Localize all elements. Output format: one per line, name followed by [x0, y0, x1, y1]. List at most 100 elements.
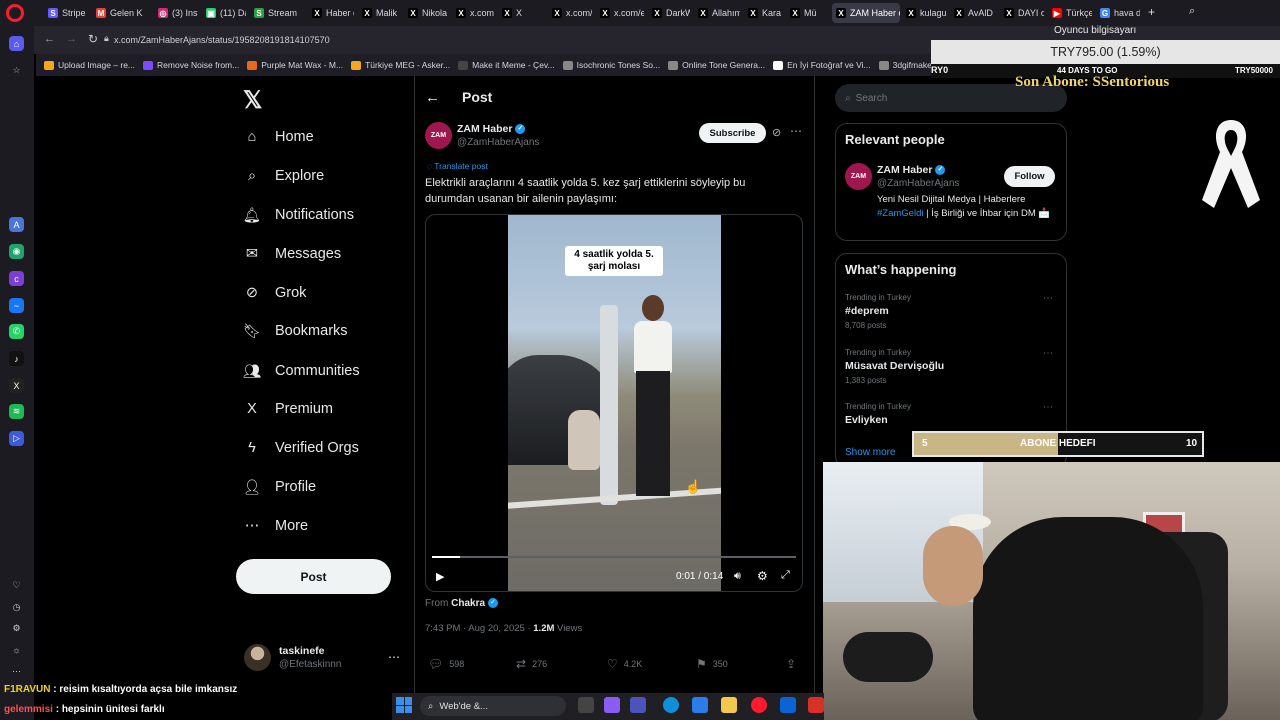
url-field[interactable]: x.com/ZamHaberAjans/status/1958208191814…: [114, 32, 934, 49]
nav-item-premium[interactable]: X Premium: [243, 395, 333, 423]
video-frame[interactable]: 4 saatlik yolda 5. şarj molası: [508, 215, 721, 591]
task-view-icon[interactable]: [578, 697, 594, 713]
author-name[interactable]: ZAM Haber ✓: [457, 123, 526, 135]
nav-item-more[interactable]: ⋯ More: [243, 512, 308, 540]
windows-start-icon[interactable]: [396, 697, 412, 713]
back-arrow-icon[interactable]: ←: [425, 89, 440, 106]
nav-item-communities[interactable]: 👥︎ Communities: [243, 357, 360, 385]
nav-item-notifications[interactable]: 🔔︎ Notifications: [243, 201, 354, 229]
settings-icon[interactable]: ⚙: [9, 621, 24, 636]
forward-icon[interactable]: →: [66, 33, 77, 45]
whatsapp-icon[interactable]: ✆: [9, 324, 24, 339]
bookmark-item[interactable]: Make it Meme - Çev...: [458, 60, 555, 70]
browser-tab[interactable]: X DAYI on: [1000, 3, 1044, 23]
edge-icon[interactable]: [663, 697, 679, 713]
relevant-avatar[interactable]: ZAM: [845, 163, 872, 190]
browser-tab[interactable]: X Malik E: [358, 3, 400, 23]
account-name[interactable]: taskinefe: [279, 645, 325, 657]
explorer-icon[interactable]: [721, 697, 737, 713]
account-more-icon[interactable]: ⋯: [388, 650, 400, 664]
post-button[interactable]: Post: [236, 559, 391, 594]
bookmark-item[interactable]: En İyi Fotoğraf ve Vi...: [773, 60, 871, 70]
browser-tab[interactable]: X ZAM Haber c: [832, 3, 900, 23]
browser-tab[interactable]: X Allahım: [694, 3, 740, 23]
gear-icon[interactable]: ⚙: [757, 569, 768, 583]
bookmark-item[interactable]: Isochronic Tones So...: [562, 60, 660, 70]
copilot-icon[interactable]: [604, 697, 620, 713]
reply-button[interactable]: 💬︎ 598: [428, 657, 464, 671]
video-progress-track[interactable]: [432, 556, 796, 558]
nav-item-bookmarks[interactable]: 🔖︎ Bookmarks: [243, 317, 348, 345]
relevant-handle[interactable]: @ZamHaberAjans: [877, 178, 959, 189]
app-icon[interactable]: A: [9, 217, 24, 232]
nav-item-profile[interactable]: 👤︎ Profile: [243, 473, 316, 501]
author-handle[interactable]: @ZamHaberAjans: [457, 137, 539, 148]
browser-tab[interactable]: S Stripe E: [44, 3, 88, 23]
trend-more-icon[interactable]: ⋯: [1043, 402, 1053, 413]
trend-name[interactable]: #deprem: [845, 305, 889, 317]
browser-tab[interactable]: Xkulagu: [902, 3, 946, 23]
bookmark-item[interactable]: Türkiye MEG - Asker...: [351, 60, 450, 70]
heart-icon[interactable]: ♡: [9, 578, 24, 593]
browser-tab[interactable]: Xx.com/a: [452, 3, 494, 23]
relevant-name[interactable]: ZAM Haber ✓: [877, 164, 946, 176]
browser-tab[interactable]: ◎ (3) Insta: [154, 3, 198, 23]
author-name-text[interactable]: ZAM Haber: [457, 123, 512, 135]
teams-icon[interactable]: [630, 697, 646, 713]
app-taskbar-icon[interactable]: [808, 697, 824, 713]
trend-more-icon[interactable]: ⋯: [1043, 293, 1053, 304]
browser-tab[interactable]: XX: [498, 3, 534, 23]
bio-hashtag[interactable]: #ZamGeldi: [877, 208, 923, 219]
outlook-icon[interactable]: [780, 697, 796, 713]
from-source[interactable]: Chakra: [451, 598, 485, 609]
trend-name[interactable]: Evliyken: [845, 414, 888, 426]
browser-tab[interactable]: X DarkWe: [648, 3, 690, 23]
workspace-icon[interactable]: ⌂: [9, 36, 24, 51]
fullscreen-icon[interactable]: ⤢: [781, 569, 790, 582]
browser-tab[interactable]: X Haber c: [308, 3, 354, 23]
trend-more-icon[interactable]: ⋯: [1043, 348, 1053, 359]
share-button[interactable]: ⇪: [786, 657, 796, 671]
taskbar-search[interactable]: ⌕ Web'de &...: [420, 696, 566, 716]
browser-tab[interactable]: ▶ Türkçe: [1048, 3, 1092, 23]
play-icon[interactable]: ▶: [436, 570, 444, 583]
bookmark-item[interactable]: Online Tone Genera...: [668, 60, 765, 70]
bulb-icon[interactable]: ☼: [9, 642, 24, 657]
repost-button[interactable]: ⇄ 276: [516, 657, 547, 671]
app-icon[interactable]: c: [9, 271, 24, 286]
volume-icon[interactable]: 🔊︎: [734, 570, 741, 583]
grok-explain-icon[interactable]: ⊘: [772, 126, 781, 139]
trend-name[interactable]: Müsavat Dervişoğlu: [845, 360, 944, 372]
avatar[interactable]: [244, 644, 271, 671]
x-logo-icon[interactable]: 𝕏: [243, 86, 262, 115]
chatgpt-icon[interactable]: ◉: [9, 244, 24, 259]
browser-tab[interactable]: S Stream: [250, 3, 300, 23]
star-icon[interactable]: ☆: [9, 63, 24, 78]
search-tabs-icon[interactable]: ⌕: [1189, 5, 1195, 18]
browser-tab[interactable]: X AvAlD: [950, 3, 996, 23]
show-more-link[interactable]: Show more: [845, 447, 896, 458]
browser-tab[interactable]: Ghava d: [1096, 3, 1140, 23]
browser-tab[interactable]: M Gelen K: [92, 3, 148, 23]
x-icon[interactable]: X: [9, 378, 24, 393]
relevant-name-text[interactable]: ZAM Haber: [877, 164, 932, 176]
opera-taskbar-icon[interactable]: [751, 697, 767, 713]
new-tab-icon[interactable]: +: [1148, 5, 1155, 19]
reload-icon[interactable]: ↻: [88, 32, 98, 46]
spotify-icon[interactable]: ≋: [9, 404, 24, 419]
nav-item-explore[interactable]: ⌕ Explore: [243, 162, 324, 190]
nav-item-grok[interactable]: ⊘ Grok: [243, 279, 307, 307]
browser-tab[interactable]: Xx.com/e: [548, 3, 592, 23]
follow-button[interactable]: Follow: [1004, 166, 1055, 187]
bookmark-item[interactable]: Remove Noise from...: [143, 60, 239, 70]
bookmark-button[interactable]: ⚑ 350: [696, 657, 728, 671]
browser-tab[interactable]: Xx.com/e: [596, 3, 644, 23]
nav-item-home[interactable]: ⌂ Home: [243, 123, 314, 151]
video-player[interactable]: 4 saatlik yolda 5. şarj molası ▶ 0:01 / …: [425, 214, 803, 592]
back-icon[interactable]: ←: [44, 33, 55, 45]
post-more-icon[interactable]: ⋯: [790, 124, 802, 138]
browser-tab[interactable]: X Mü: [786, 3, 828, 23]
nav-item-messages[interactable]: ✉ Messages: [243, 240, 341, 268]
browser-tab[interactable]: ▣ (11) Da: [202, 3, 246, 23]
browser-tab[interactable]: X Kara Ku: [744, 3, 782, 23]
